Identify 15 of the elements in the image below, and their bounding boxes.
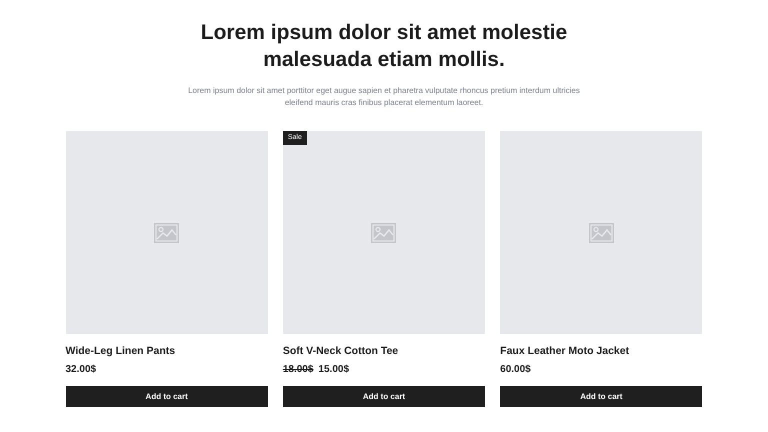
product-name[interactable]: Wide-Leg Linen Pants (66, 344, 268, 358)
add-to-cart-button[interactable]: Add to cart (66, 386, 268, 407)
product-name[interactable]: Soft V-Neck Cotton Tee (282, 344, 486, 358)
page-heading: Lorem ipsum dolor sit amet molestie malesuada etiam mollis. (200, 20, 568, 73)
product-price: 15.00$ (318, 363, 350, 376)
product-name[interactable]: Faux Leather Moto Jacket (500, 344, 702, 358)
product-price: 60.00$ (500, 363, 531, 376)
image-icon (588, 222, 614, 242)
image-icon (371, 222, 396, 242)
add-to-cart-button[interactable]: Add to cart (500, 386, 702, 407)
product-price: 32.00$ (66, 363, 96, 376)
page-subheading: Lorem ipsum dolor sit amet porttitor eget augue sapien et pharetra vulputate rhoncus pretium interdum ultricies eleifend mauris cras finibus placerat elementum laoreet. (187, 85, 581, 109)
add-to-cart-button[interactable]: Add to cart (282, 386, 486, 407)
image-icon (154, 222, 180, 242)
old-price: 18.00$ (282, 363, 314, 376)
